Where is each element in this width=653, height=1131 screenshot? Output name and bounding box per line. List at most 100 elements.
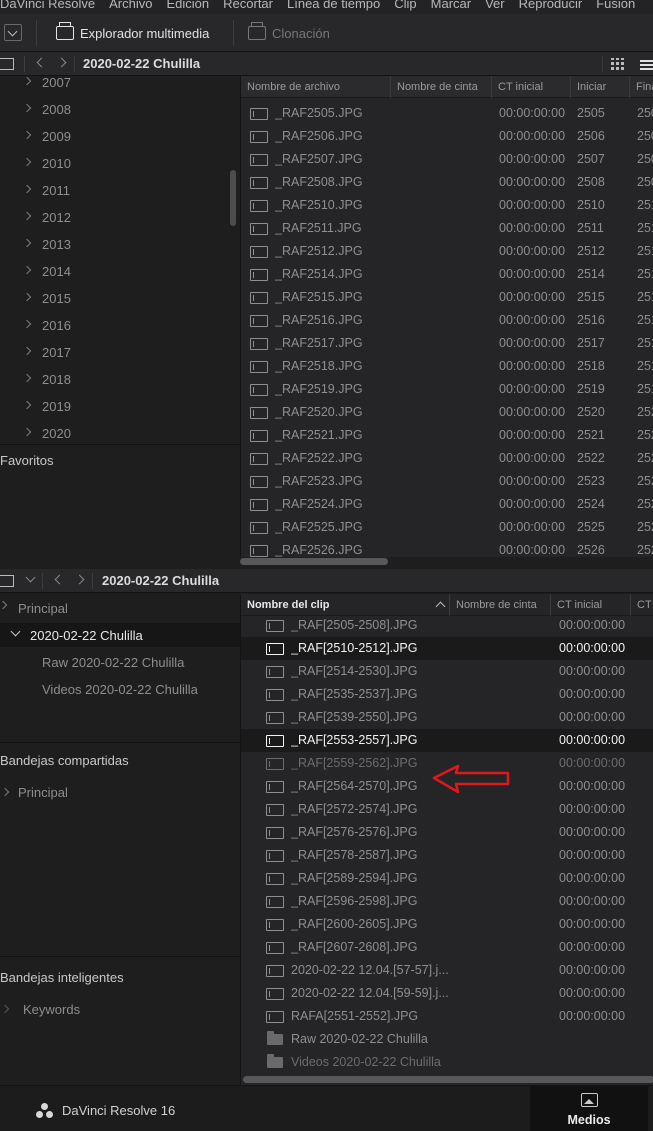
column-header[interactable]: CT inicial [492, 76, 571, 98]
bin-current[interactable]: 2020-02-22 Chulilla [0, 623, 240, 647]
sub-bin-videos[interactable]: Videos 2020-02-22 Chulilla [42, 682, 198, 697]
folder-tree-scrollbar[interactable] [230, 170, 236, 226]
bin-row[interactable]: Raw 2020-02-22 Chulilla [241, 1028, 653, 1051]
folder-tree-item[interactable]: 2017 [0, 341, 228, 363]
folder-tree-item[interactable]: 2011 [0, 179, 228, 201]
image-clip-icon [266, 988, 284, 1000]
back-icon[interactable] [36, 57, 47, 68]
file-row[interactable]: _RAF2510.JPG 00:00:00:00 2510 251 [241, 194, 653, 217]
media-page-tab[interactable]: Medios [530, 1086, 648, 1131]
column-header[interactable]: Nombre de archivo [241, 76, 391, 98]
folder-tree-item[interactable]: 2015 [0, 287, 228, 309]
clip-row[interactable]: _RAF[2578-2587].JPG 00:00:00:00 [241, 844, 653, 867]
menu-item[interactable]: Ver [485, 0, 505, 11]
bin-row[interactable]: Videos 2020-02-22 Chulilla [241, 1051, 653, 1074]
media-browser-button[interactable]: Explorador multimedia [56, 22, 209, 43]
file-row[interactable]: _RAF2523.JPG 00:00:00:00 2523 252 [241, 470, 653, 493]
list-view-icon[interactable] [640, 58, 653, 70]
folder-tree-item[interactable]: 2013 [0, 233, 228, 255]
file-row[interactable]: _RAF2511.JPG 00:00:00:00 2511 251 [241, 217, 653, 240]
file-row[interactable]: _RAF2512.JPG 00:00:00:00 2512 251 [241, 240, 653, 263]
clip-row[interactable]: _RAF[2600-2605].JPG 00:00:00:00 [241, 913, 653, 936]
file-timecode: 00:00:00:00 [499, 382, 566, 396]
panel-toggle-icon[interactable] [0, 575, 14, 587]
shared-bin-principal[interactable]: Principal [18, 785, 68, 800]
forward-icon[interactable] [74, 574, 85, 585]
file-row[interactable]: _RAF2518.JPG 00:00:00:00 2518 251 [241, 355, 653, 378]
file-row[interactable]: _RAF2516.JPG 00:00:00:00 2516 251 [241, 309, 653, 332]
file-row[interactable]: _RAF2521.JPG 00:00:00:00 2521 252 [241, 424, 653, 447]
back-icon[interactable] [54, 574, 65, 585]
clip-row[interactable]: 2020-02-22 12.04.[59-59].j... 00:00:00:00 [241, 982, 653, 1005]
menu-item[interactable]: Recortar [223, 0, 273, 11]
column-header[interactable]: CT [631, 594, 653, 616]
file-row[interactable]: _RAF2526.JPG 00:00:00:00 2526 252 [241, 539, 653, 557]
column-header[interactable]: Nombre de cinta [391, 76, 492, 98]
clip-list-scrollbar[interactable] [243, 1076, 653, 1083]
folder-tree-item[interactable]: 2016 [0, 314, 228, 336]
file-row[interactable]: _RAF2507.JPG 00:00:00:00 2507 250 [241, 148, 653, 171]
file-row[interactable]: _RAF2506.JPG 00:00:00:00 2506 250 [241, 125, 653, 148]
file-row[interactable]: _RAF2519.JPG 00:00:00:00 2519 251 [241, 378, 653, 401]
menu-item[interactable]: DaVinci Resolve [0, 0, 95, 11]
column-header[interactable]: Iniciar [571, 76, 630, 98]
grid-view-icon[interactable] [611, 58, 625, 70]
column-header[interactable]: Nombre de cinta [450, 594, 551, 616]
clip-row[interactable]: _RAF[2589-2594].JPG 00:00:00:00 [241, 867, 653, 890]
menu-item[interactable]: Línea de tiempo [287, 0, 380, 11]
menu-item[interactable]: Fusion [596, 0, 635, 11]
file-list-hscrollbar[interactable] [240, 558, 388, 565]
chevron-right-icon[interactable] [0, 787, 10, 797]
clip-row[interactable]: _RAF[2596-2598].JPG 00:00:00:00 [241, 890, 653, 913]
file-row[interactable]: _RAF2515.JPG 00:00:00:00 2515 251 [241, 286, 653, 309]
bin-principal[interactable]: Principal [0, 594, 240, 618]
folder-tree-item[interactable]: 2019 [0, 395, 228, 417]
file-row[interactable]: _RAF2505.JPG 00:00:00:00 2505 250 [241, 102, 653, 125]
file-row[interactable]: _RAF2525.JPG 00:00:00:00 2525 252 [241, 516, 653, 539]
file-row[interactable]: _RAF2524.JPG 00:00:00:00 2524 252 [241, 493, 653, 516]
clip-row[interactable]: _RAF[2505-2508].JPG 00:00:00:00 [241, 614, 653, 637]
clip-row[interactable]: _RAF[2539-2550].JPG 00:00:00:00 [241, 706, 653, 729]
smart-bin-keywords[interactable]: Keywords [23, 1002, 80, 1017]
clip-row[interactable]: _RAF[2510-2512].JPG 00:00:00:00 [241, 637, 653, 660]
file-row[interactable]: _RAF2522.JPG 00:00:00:00 2522 252 [241, 447, 653, 470]
column-header[interactable]: Nombre del clip [241, 594, 450, 616]
sub-bin-raw[interactable]: Raw 2020-02-22 Chulilla [42, 655, 184, 670]
clip-row[interactable]: 2020-02-22 12.04.[57-57].j... 00:00:00:00 [241, 959, 653, 982]
file-row[interactable]: _RAF2508.JPG 00:00:00:00 2508 250 [241, 171, 653, 194]
clip-timecode: 00:00:00:00 [559, 894, 626, 908]
chevron-right-icon [22, 319, 32, 329]
folder-tree-item[interactable]: 2020 [0, 422, 228, 444]
menu-item[interactable]: Reproducir [519, 0, 583, 11]
clip-name: _RAF[2514-2530].JPG [291, 664, 418, 678]
forward-icon[interactable] [56, 57, 67, 68]
column-header[interactable]: Fina [630, 76, 653, 98]
menu-item[interactable]: Archivo [109, 0, 152, 11]
workspace-dropdown-button[interactable] [4, 24, 22, 41]
clip-row[interactable]: _RAF[2514-2530].JPG 00:00:00:00 [241, 660, 653, 683]
file-row[interactable]: _RAF2517.JPG 00:00:00:00 2517 251 [241, 332, 653, 355]
clip-row[interactable]: _RAF[2553-2557].JPG 00:00:00:00 [241, 729, 653, 752]
panel-toggle-icon[interactable] [0, 58, 14, 70]
clip-row[interactable]: _RAF[2535-2537].JPG 00:00:00:00 [241, 683, 653, 706]
clip-row[interactable]: RAFA[2551-2552].JPG 00:00:00:00 [241, 1005, 653, 1028]
folder-tree-item[interactable]: 2007 [0, 76, 228, 93]
menu-item[interactable]: Clip [394, 0, 416, 11]
clip-row[interactable]: _RAF[2572-2574].JPG 00:00:00:00 [241, 798, 653, 821]
folder-tree-item[interactable]: 2014 [0, 260, 228, 282]
folder-tree-item[interactable]: 2010 [0, 152, 228, 174]
clone-button[interactable]: Clonación [248, 22, 330, 43]
chevron-down-icon[interactable] [25, 572, 36, 583]
chevron-right-icon[interactable] [0, 1004, 10, 1014]
folder-tree-item[interactable]: 2008 [0, 98, 228, 120]
folder-tree-item[interactable]: 2012 [0, 206, 228, 228]
file-row[interactable]: _RAF2520.JPG 00:00:00:00 2520 252 [241, 401, 653, 424]
menu-item[interactable]: Edición [167, 0, 210, 11]
menu-item[interactable]: Marcar [431, 0, 471, 11]
folder-tree-item[interactable]: 2018 [0, 368, 228, 390]
clip-row[interactable]: _RAF[2607-2608].JPG 00:00:00:00 [241, 936, 653, 959]
clip-row[interactable]: _RAF[2576-2576].JPG 00:00:00:00 [241, 821, 653, 844]
column-header[interactable]: CT inicial [551, 594, 631, 616]
folder-tree-item[interactable]: 2009 [0, 125, 228, 147]
file-row[interactable]: _RAF2514.JPG 00:00:00:00 2514 251 [241, 263, 653, 286]
